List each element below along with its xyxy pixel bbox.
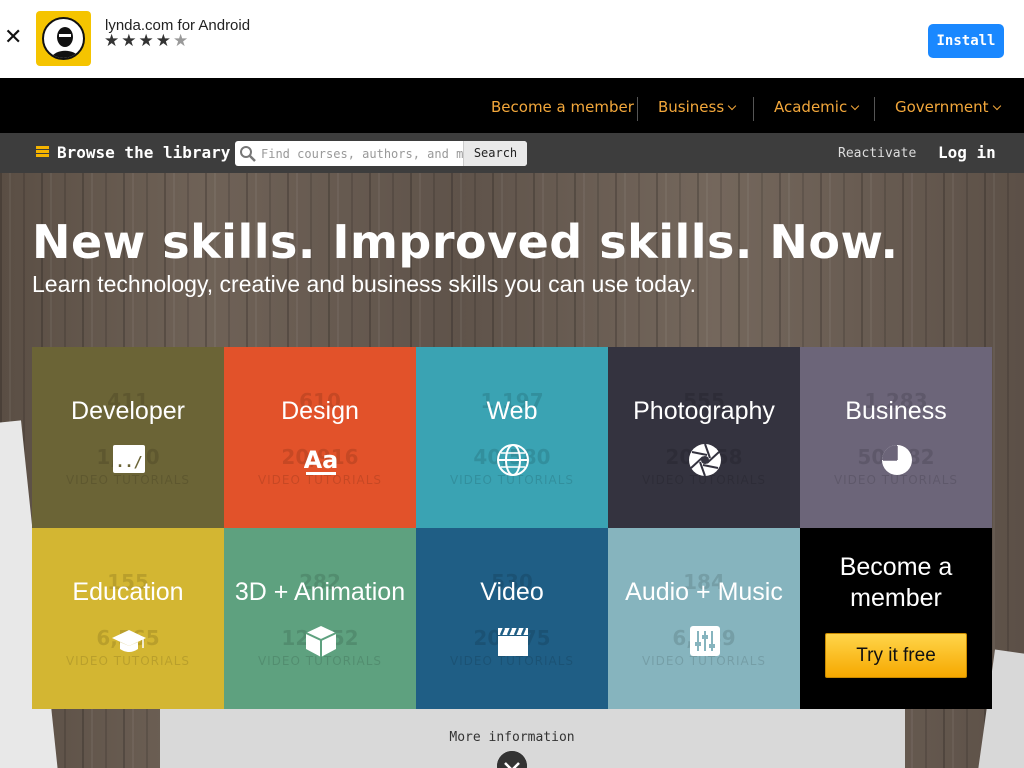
tile-label: Video xyxy=(480,578,544,606)
member-title-line2: member xyxy=(850,584,942,612)
hamburger-icon xyxy=(36,146,49,157)
half-star: ★ xyxy=(172,31,191,51)
graduation-cap-icon xyxy=(112,630,146,652)
nav-government[interactable]: Government xyxy=(895,98,1001,116)
member-tile-title: Become a member xyxy=(800,552,992,614)
rating-stars: ★★★★★ xyxy=(104,31,190,51)
chevron-down-icon xyxy=(992,101,1001,111)
chevron-down-icon xyxy=(727,101,737,111)
aperture-icon xyxy=(689,443,721,477)
clapperboard-icon xyxy=(498,627,528,656)
mixer-icon xyxy=(690,626,720,656)
nav-academic-label: Academic xyxy=(774,98,848,116)
globe-icon xyxy=(497,444,529,476)
nav-become-member[interactable]: Become a member xyxy=(491,98,634,116)
lynda-app-icon xyxy=(36,11,91,66)
hero-section: New skills. Improved skills. Now. Learn … xyxy=(0,173,1024,768)
typography-icon: Aa xyxy=(304,446,338,475)
browse-library-button[interactable]: Browse the library xyxy=(36,143,230,162)
tile-label: Audio + Music xyxy=(625,578,783,606)
category-tile-video[interactable]: 530 Video 20,475 VIDEO TUTORIALS xyxy=(416,528,608,709)
chevron-down-icon xyxy=(850,101,860,111)
category-tile-photography[interactable]: 555 Photography 20,858 VIDEO TUTORIALS xyxy=(608,347,800,528)
category-tile-developer[interactable]: 411 Developer 1,050 VIDEO TUTORIALS ../ xyxy=(32,347,224,528)
category-tile-audio-music[interactable]: 184 Audio + Music 6,559 VIDEO TUTORIALS xyxy=(608,528,800,709)
tile-label: Education xyxy=(72,578,184,606)
close-banner-icon[interactable]: ✕ xyxy=(4,26,22,50)
reactivate-link[interactable]: Reactivate xyxy=(838,146,916,161)
pie-chart-icon xyxy=(882,445,912,475)
login-link[interactable]: Log in xyxy=(938,143,996,162)
tile-label: Web xyxy=(486,397,538,425)
code-icon: ../ xyxy=(113,445,145,473)
tile-label: Business xyxy=(845,397,947,425)
search-button[interactable]: Search xyxy=(463,141,527,166)
app-install-banner: ✕ lynda.com for Android ★★★★★ Install xyxy=(0,0,1024,78)
search-input[interactable] xyxy=(261,144,471,163)
nav-business-label: Business xyxy=(658,98,725,116)
category-tile-education[interactable]: 155 Education 6,565 VIDEO TUTORIALS xyxy=(32,528,224,709)
top-navigation: Become a member Business Academic Govern… xyxy=(0,78,1024,133)
become-member-tile: Become a member Try it free xyxy=(800,528,992,709)
hero-headline: New skills. Improved skills. Now. xyxy=(32,215,899,269)
tile-label: Design xyxy=(281,397,359,425)
nav-government-label: Government xyxy=(895,98,989,116)
category-tile-web[interactable]: 1,197 Web 40,580 VIDEO TUTORIALS xyxy=(416,347,608,528)
library-bar: Browse the library Search Reactivate Log… xyxy=(0,133,1024,173)
category-tile-business[interactable]: 1,283 Business 50,582 VIDEO TUTORIALS xyxy=(800,347,992,528)
hero-tagline: Learn technology, creative and business … xyxy=(32,271,696,297)
try-it-free-button[interactable]: Try it free xyxy=(825,633,967,678)
member-title-line1: Become a xyxy=(839,553,953,581)
nav-academic[interactable]: Academic xyxy=(774,98,860,116)
install-button[interactable]: Install xyxy=(928,24,1004,58)
nav-divider xyxy=(753,97,754,121)
cube-icon xyxy=(305,626,337,657)
search-icon xyxy=(240,146,256,162)
svg-text:Aa: Aa xyxy=(304,446,338,474)
tile-label: Developer xyxy=(71,397,185,425)
category-tile-3d-animation[interactable]: 282 3D + Animation 12,552 VIDEO TUTORIAL… xyxy=(224,528,416,709)
nav-divider xyxy=(637,97,638,121)
tile-label: 3D + Animation xyxy=(234,578,406,606)
category-tile-design[interactable]: 610 Design 20,916 VIDEO TUTORIALS Aa xyxy=(224,347,416,528)
nav-business[interactable]: Business xyxy=(658,98,737,116)
nav-divider xyxy=(874,97,875,121)
search-form: Search xyxy=(235,141,527,166)
full-stars: ★★★★ xyxy=(104,31,173,51)
browse-library-label: Browse the library xyxy=(57,143,231,162)
svg-text:../: ../ xyxy=(115,453,142,471)
more-information-label: More information xyxy=(449,730,575,745)
tile-label: Photography xyxy=(633,397,775,425)
